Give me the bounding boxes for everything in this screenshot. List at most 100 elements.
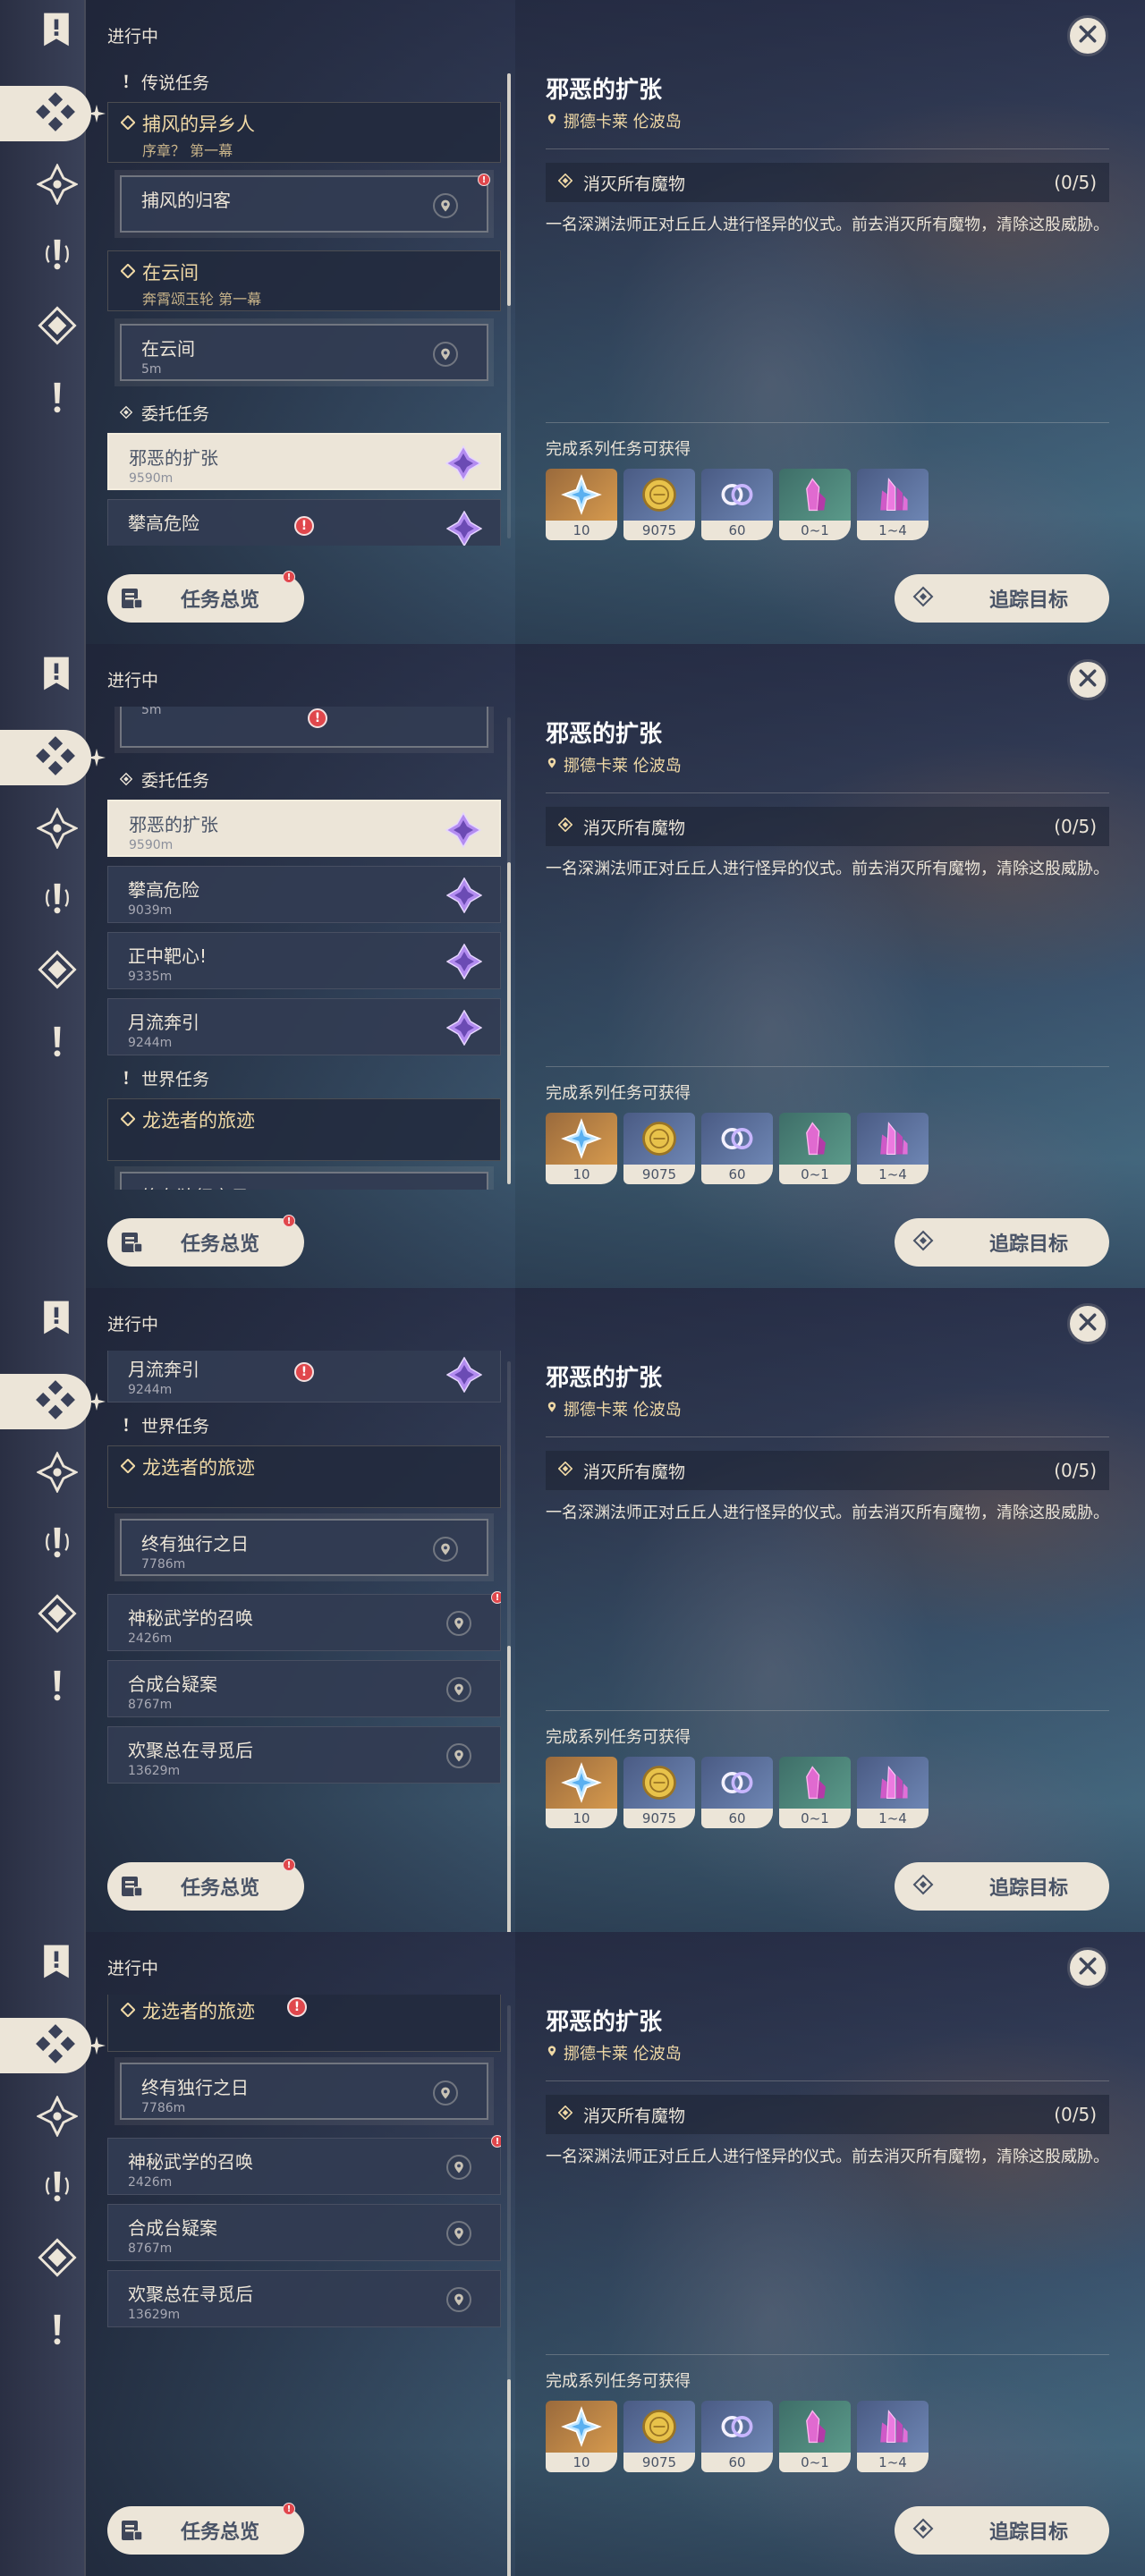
- exclamation-quest-tab[interactable]: [34, 376, 81, 422]
- quest-book-tab[interactable]: [36, 1299, 77, 1340]
- reward-item[interactable]: 1~4: [857, 469, 929, 540]
- quest-objective: 消灭所有魔物 (0/5): [546, 807, 1109, 846]
- all-quests-tab[interactable]: [0, 86, 91, 141]
- close-button[interactable]: [1067, 1947, 1108, 1988]
- reward-item[interactable]: 10: [546, 2401, 617, 2472]
- commission-quest-tab[interactable]: [34, 304, 81, 351]
- map-pin-icon[interactable]: [446, 1743, 471, 1768]
- reward-item[interactable]: 9075: [623, 1113, 695, 1184]
- reward-item[interactable]: 0~1: [779, 1757, 851, 1828]
- quest-chapter-header[interactable]: 龙选者的旅迹!: [107, 1995, 501, 2052]
- exclamation-quest-tab[interactable]: [34, 1020, 81, 1066]
- reward-item[interactable]: 9075: [623, 2401, 695, 2472]
- map-pin-icon[interactable]: [433, 193, 458, 218]
- quest-list-item[interactable]: 合成台疑案 8767m: [107, 1660, 501, 1717]
- quest-list-item[interactable]: 合成台疑案 8767m: [107, 2204, 501, 2261]
- quest-list-item[interactable]: 正中靶心! 9335m: [107, 932, 501, 989]
- quest-book-tab[interactable]: [36, 1943, 77, 1984]
- all-quests-tab[interactable]: [0, 1374, 91, 1429]
- map-pin-icon[interactable]: [446, 2287, 471, 2312]
- world-quest-tab[interactable]: [34, 1521, 81, 1567]
- quest-list-item[interactable]: 神秘武学的召唤 2426m!: [107, 2135, 501, 2195]
- reward-item[interactable]: 10: [546, 1757, 617, 1828]
- reward-item[interactable]: 1~4: [857, 1757, 929, 1828]
- commission-star-icon: [445, 1356, 483, 1394]
- all-quests-tab[interactable]: [0, 730, 91, 785]
- quest-list-scrollbar[interactable]: [507, 862, 511, 1184]
- quest-list-item[interactable]: 攀高危险!: [107, 499, 501, 546]
- exclamation-quest-tab[interactable]: [34, 2308, 81, 2354]
- track-objective-button[interactable]: 追踪目标: [895, 1862, 1109, 1911]
- quest-list-item[interactable]: 月流奔引 9244m: [107, 998, 501, 1055]
- world-quest-tab[interactable]: [34, 233, 81, 279]
- exclamation-quest-tab[interactable]: [34, 1664, 81, 1710]
- quest-book-tab[interactable]: [36, 11, 77, 52]
- map-pin-icon[interactable]: [446, 2221, 471, 2246]
- quest-list-item[interactable]: 捕风的归客!: [114, 170, 494, 238]
- reward-item[interactable]: 9075: [623, 1757, 695, 1828]
- archon-quest-tab[interactable]: [34, 2095, 81, 2141]
- quest-chapter-header[interactable]: 龙选者的旅迹: [107, 1445, 501, 1508]
- quest-list-item[interactable]: 终有独行之日 7786m: [114, 1513, 494, 1581]
- quest-list-item[interactable]: 终有独行之日!: [114, 1166, 494, 1190]
- archon-quest-tab[interactable]: [34, 1451, 81, 1497]
- reward-item[interactable]: 60: [701, 469, 773, 540]
- map-pin-icon[interactable]: [433, 342, 458, 367]
- archon-quest-tab[interactable]: [34, 807, 81, 853]
- close-button[interactable]: [1067, 659, 1108, 700]
- commission-quest-tab[interactable]: [34, 948, 81, 995]
- all-quests-tab[interactable]: [0, 2018, 91, 2073]
- reward-item[interactable]: 10: [546, 469, 617, 540]
- reward-item[interactable]: 60: [701, 1113, 773, 1184]
- reward-item[interactable]: 1~4: [857, 2401, 929, 2472]
- track-objective-button[interactable]: 追踪目标: [895, 574, 1109, 623]
- quest-list-item[interactable]: 欢聚总在寻觅后 13629m: [107, 1726, 501, 1784]
- map-pin-icon[interactable]: [446, 1611, 471, 1636]
- map-pin-icon[interactable]: [433, 2080, 458, 2106]
- quest-title: 欢聚总在寻觅后: [128, 2284, 253, 2305]
- world-quest-icon: [37, 1521, 78, 1566]
- quest-list-item[interactable]: 在云间 5m: [114, 318, 494, 386]
- quest-list-item[interactable]: 邪恶的扩张 9590m: [107, 800, 501, 857]
- quest-list-item[interactable]: 神秘武学的召唤 2426m!: [107, 1591, 501, 1651]
- reward-item[interactable]: 10: [546, 1113, 617, 1184]
- quest-list-item[interactable]: 欢聚总在寻觅后 13629m: [107, 2270, 501, 2327]
- track-objective-button[interactable]: 追踪目标: [895, 1218, 1109, 1267]
- archon-quest-tab[interactable]: [34, 163, 81, 209]
- quest-book-tab[interactable]: [36, 655, 77, 696]
- map-pin-icon[interactable]: [433, 1537, 458, 1562]
- quest-chapter-header[interactable]: 在云间 奔霄颂玉轮 第一幕: [107, 250, 501, 311]
- track-objective-button[interactable]: 追踪目标: [895, 2506, 1109, 2555]
- quest-list-item[interactable]: 攀高危险 9039m: [107, 866, 501, 923]
- world-quest-tab[interactable]: [34, 877, 81, 923]
- reward-item[interactable]: 60: [701, 1757, 773, 1828]
- quest-chapter-header[interactable]: 龙选者的旅迹: [107, 1098, 501, 1161]
- quest-list-scrollbar[interactable]: [507, 2379, 511, 2576]
- reward-item[interactable]: 0~1: [779, 469, 851, 540]
- world-quest-tab[interactable]: [34, 2165, 81, 2211]
- map-pin-icon[interactable]: [446, 1677, 471, 1702]
- quest-chapter-header[interactable]: 捕风的异乡人 序章？ 第一幕: [107, 102, 501, 163]
- quest-overview-button[interactable]: 任务总览!: [107, 2503, 304, 2555]
- world-quest-icon: [37, 233, 78, 278]
- quest-list-item[interactable]: 终有独行之日 7786m: [114, 2057, 494, 2125]
- quest-list-scrollbar[interactable]: [507, 73, 511, 306]
- quest-overview-button[interactable]: 任务总览!: [107, 1859, 304, 1911]
- quest-distance: 13629m: [128, 1764, 181, 1778]
- commission-quest-tab[interactable]: [34, 1592, 81, 1639]
- map-pin-icon[interactable]: [446, 2155, 471, 2180]
- reward-item[interactable]: 1~4: [857, 1113, 929, 1184]
- quest-overview-button[interactable]: 任务总览!: [107, 571, 304, 623]
- quest-overview-button[interactable]: 任务总览!: [107, 1215, 304, 1267]
- quest-list-item[interactable]: 5m!: [114, 707, 494, 753]
- reward-item[interactable]: 60: [701, 2401, 773, 2472]
- reward-item[interactable]: 0~1: [779, 1113, 851, 1184]
- reward-item[interactable]: 9075: [623, 469, 695, 540]
- quest-list-item[interactable]: 邪恶的扩张 9590m: [107, 433, 501, 490]
- commission-quest-tab[interactable]: [34, 2236, 81, 2283]
- close-button[interactable]: [1067, 1303, 1108, 1344]
- quest-list-item[interactable]: 月流奔引 9244m!: [107, 1351, 501, 1402]
- close-button[interactable]: [1067, 15, 1108, 56]
- quest-list-scrollbar[interactable]: [507, 1646, 511, 1932]
- reward-item[interactable]: 0~1: [779, 2401, 851, 2472]
